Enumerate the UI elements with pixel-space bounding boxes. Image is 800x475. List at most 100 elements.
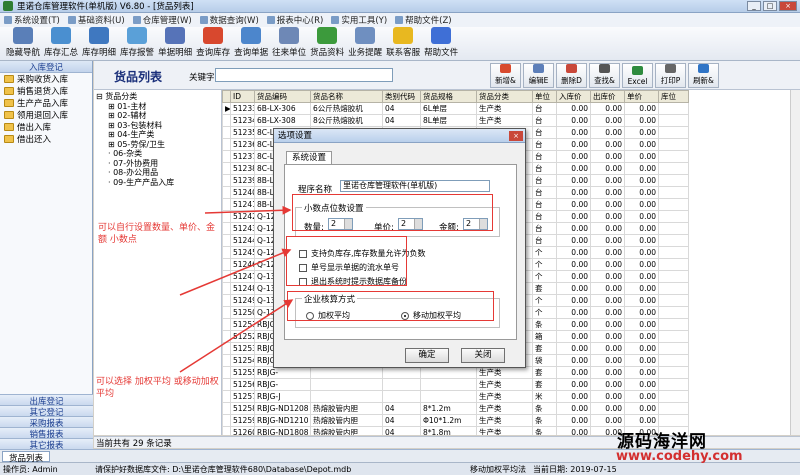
menu-tools[interactable]: 实用工具(Y)	[331, 14, 387, 26]
toolbar-icon	[241, 27, 262, 44]
table-row[interactable]: 51258 RBJG-ND1208 热熔胶管内胆 04 8*1.2m 生产类条 0.00 0.…	[222, 402, 689, 415]
table-cell: 生产类	[476, 402, 533, 415]
sidebar-item-purchase-in[interactable]: 采购收货入库	[0, 73, 92, 85]
toolbar-button-2[interactable]: 库存明细	[80, 27, 118, 60]
sidebar-item-sales-return[interactable]: 销售退货入库	[0, 85, 92, 97]
action-button-2[interactable]: 删除D	[556, 63, 587, 88]
table-cell	[658, 270, 689, 283]
action-button-3[interactable]: 查找&	[589, 63, 620, 88]
column-header[interactable]: 单价	[624, 90, 659, 103]
toolbar-button-0[interactable]: 隐藏导航	[4, 27, 42, 60]
toolbar-button-5[interactable]: 查询库存	[194, 27, 232, 60]
column-header[interactable]: 单位	[532, 90, 557, 103]
sidebar-item-requisition-return[interactable]: 领用退回入库	[0, 109, 92, 121]
table-cell: 套	[532, 342, 557, 355]
table-cell: 51240	[230, 186, 255, 199]
menu-system[interactable]: 系统设置(T)	[4, 14, 60, 26]
table-row[interactable]: 51255 RBJG- 生产类套 0.00 0.00 0.00	[222, 366, 689, 379]
toolbar-button-3[interactable]: 库存报警	[118, 27, 156, 60]
action-button-5[interactable]: 打印P	[655, 63, 686, 88]
menu-warehouse[interactable]: 仓库管理(W)	[132, 14, 192, 26]
toolbar-button-4[interactable]: 单据明细	[156, 27, 194, 60]
table-cell: 51246	[230, 258, 255, 271]
program-name-input[interactable]: 里诺仓库管理软件(单机版)	[340, 180, 490, 192]
keyword-input[interactable]	[215, 68, 393, 82]
table-cell	[658, 234, 689, 247]
menu-reports[interactable]: 报表中心(R)	[266, 14, 323, 26]
dialog-close-button[interactable]: 关闭	[461, 348, 505, 363]
table-cell: 个	[532, 258, 557, 271]
table-row[interactable]: ▶ 51233 6B-LX-306 6公斤热熔胶机 04 6L单层 生产类台 0.00 0.00…	[222, 102, 689, 115]
table-cell: 0.00	[590, 126, 625, 139]
maximize-button[interactable]: □	[763, 1, 777, 11]
tree-node[interactable]: ⊞ 02-辅材	[96, 111, 221, 121]
minimize-button[interactable]: _	[747, 1, 761, 11]
action-button-0[interactable]: 新增&	[490, 63, 521, 88]
action-label: 打印P	[660, 76, 681, 85]
column-header[interactable]: ID	[230, 90, 255, 103]
menu-basic-data[interactable]: 基础资料(U)	[67, 14, 125, 26]
tree-node[interactable]: · 07-外协费用	[96, 159, 221, 169]
column-header[interactable]	[222, 90, 231, 103]
table-cell	[420, 366, 477, 379]
table-row[interactable]: 51234 6B-LX-308 8公斤热熔胶机 04 8L单层 生产类台 0.00 0.00 0…	[222, 114, 689, 127]
sidebar-section-other-report[interactable]: 其它报表	[0, 438, 93, 451]
column-header[interactable]: 类别代码	[382, 90, 421, 103]
toolbar-button-8[interactable]: 货品资料	[308, 27, 346, 60]
table-cell	[658, 402, 689, 415]
column-header[interactable]: 出库价	[590, 90, 625, 103]
sidebar-item-production-in[interactable]: 生产产品入库	[0, 97, 92, 109]
tree-node[interactable]: ⊞ 03-包装材料	[96, 121, 221, 131]
toolbar-button-11[interactable]: 帮助文件	[422, 27, 460, 60]
close-window-button[interactable]: ×	[779, 1, 797, 11]
column-header[interactable]: 货品名称	[310, 90, 383, 103]
table-cell: 0.00	[590, 246, 625, 259]
column-header[interactable]: 库位	[658, 90, 689, 103]
sidebar-section-outbound[interactable]: 出库登记	[0, 394, 93, 407]
table-cell: 台	[532, 150, 557, 163]
sidebar-section-sales-report[interactable]: 销售报表	[0, 427, 93, 440]
sidebar-item-borrow-in[interactable]: 借出入库	[0, 121, 92, 133]
sidebar-header-inbound[interactable]: 入库登记	[0, 61, 92, 73]
column-header[interactable]: 货品分类	[476, 90, 533, 103]
tree-node[interactable]: · 06-杂类	[96, 149, 221, 159]
table-cell	[658, 126, 689, 139]
table-cell: 0.00	[556, 270, 591, 283]
tree-node[interactable]: ⊞ 04-生产类	[96, 130, 221, 140]
table-cell: 0.00	[590, 174, 625, 187]
dialog-close-icon[interactable]: ×	[509, 131, 523, 141]
vertical-scrollbar[interactable]	[790, 90, 800, 435]
toolbar-button-9[interactable]: 业务提醒	[346, 27, 384, 60]
column-header[interactable]: 货品规格	[420, 90, 477, 103]
action-button-6[interactable]: 刷新&	[688, 63, 719, 88]
toolbar-button-10[interactable]: 联系客服	[384, 27, 422, 60]
column-header[interactable]: 货品编码	[254, 90, 311, 103]
ok-button[interactable]: 确定	[405, 348, 449, 363]
tree-node[interactable]: ⊞ 05-劳保/卫生	[96, 140, 221, 150]
toolbar-button-6[interactable]: 查询单据	[232, 27, 270, 60]
tree-node[interactable]: · 09-生产产品入库	[96, 178, 221, 188]
menu-query[interactable]: 数据查询(W)	[199, 14, 259, 26]
table-cell	[658, 366, 689, 379]
table-cell: RBJG-ND1210	[254, 414, 311, 427]
sidebar-section-purchase-report[interactable]: 采购报表	[0, 416, 93, 429]
action-button-1[interactable]: 编辑E	[523, 63, 554, 88]
tree-node[interactable]: · 08-办公用品	[96, 168, 221, 178]
table-row[interactable]: 51257 RBJG-J 生产类米 0.00 0.00 0.00	[222, 390, 689, 403]
sidebar-section-other[interactable]: 其它登记	[0, 405, 93, 418]
toolbar-button-7[interactable]: 往来单位	[270, 27, 308, 60]
highlight-costing-box	[287, 291, 494, 321]
tree-node[interactable]: ⊞ 01-主材	[96, 102, 221, 112]
tab-system-settings[interactable]: 系统设置	[286, 151, 333, 164]
column-header[interactable]: 入库价	[556, 90, 591, 103]
table-row[interactable]: 51256 RBJG- 生产类套 0.00 0.00 0.00	[222, 378, 689, 391]
action-button-4[interactable]: Excel	[622, 63, 653, 88]
table-cell: 0.00	[590, 234, 625, 247]
menu-help[interactable]: 帮助文件(Z)	[395, 14, 452, 26]
table-cell: 51233	[230, 102, 255, 115]
tab-goods-list[interactable]: 货品列表	[2, 451, 51, 464]
sidebar-item-borrow-return[interactable]: 借出还入	[0, 133, 92, 145]
tree-root[interactable]: ⊟ 货品分类	[96, 92, 221, 102]
table-row[interactable]: 51259 RBJG-ND1210 热熔胶管内胆 04 Φ10*1.2m 生产类条 0.00…	[222, 414, 689, 427]
toolbar-button-1[interactable]: 库存汇总	[42, 27, 80, 60]
